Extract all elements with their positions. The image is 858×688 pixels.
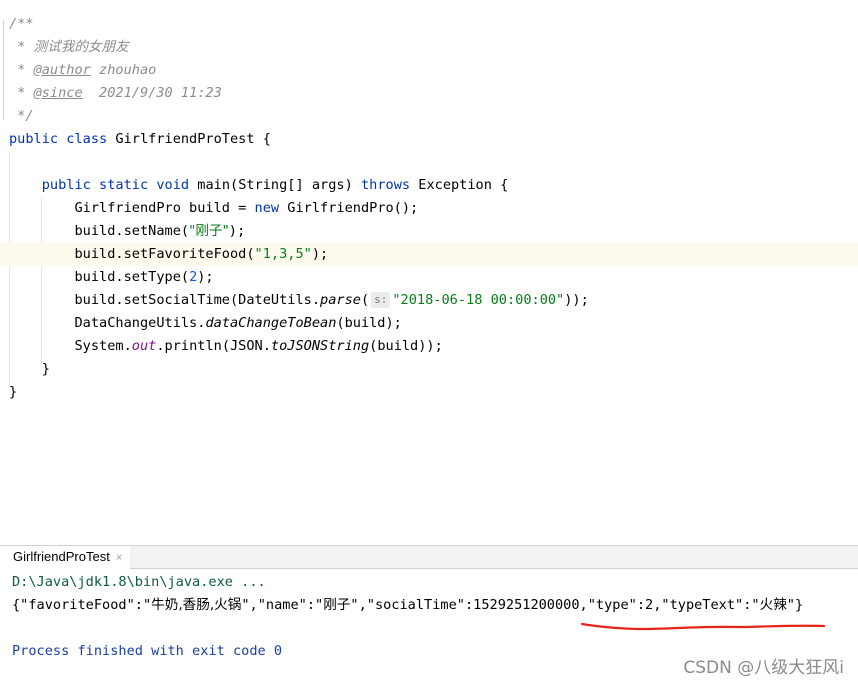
code-text: ( bbox=[360, 292, 370, 308]
close-icon[interactable]: × bbox=[116, 552, 122, 564]
code-line: build.setName("刚子"); bbox=[9, 220, 858, 243]
code-text: ); bbox=[228, 223, 246, 239]
comment-text: * bbox=[9, 85, 34, 101]
parameter-hint: s: bbox=[371, 292, 391, 308]
code-line: * @author zhouhao bbox=[9, 59, 858, 82]
keyword: public bbox=[41, 177, 91, 193]
keyword: void bbox=[156, 177, 190, 193]
keyword: public bbox=[9, 131, 59, 147]
output-text: "} bbox=[786, 597, 804, 613]
watermark: CSDN @八级大狂风i bbox=[683, 658, 844, 678]
console-exit-message: Process finished with exit code 0 bbox=[12, 643, 283, 659]
author-name: zhouhao bbox=[90, 62, 157, 78]
comment-text: * bbox=[9, 62, 34, 78]
static-field: out bbox=[131, 338, 157, 354]
since-tag: @since bbox=[33, 85, 83, 101]
code-line: build.setSocialTime(DateUtils.parse(s: "2… bbox=[9, 289, 858, 312]
code-text: ); bbox=[197, 269, 214, 285]
code-line: DataChangeUtils.dataChangeToBean(build); bbox=[9, 312, 858, 335]
code-line: } bbox=[9, 358, 858, 381]
run-tab-label: GirlfriendProTest bbox=[13, 549, 110, 564]
code-line-current: build.setFavoriteFood("1,3,5"); bbox=[0, 243, 858, 266]
keyword: throws bbox=[360, 177, 411, 193]
since-value: 2021/9/30 11:23 bbox=[82, 85, 222, 101]
fold-guide bbox=[3, 20, 4, 120]
method-signature: main(String[] args) bbox=[189, 177, 361, 193]
code-text: ); bbox=[311, 246, 329, 262]
code-text: System. bbox=[74, 338, 132, 354]
code-line: GirlfriendPro build = new GirlfriendPro(… bbox=[9, 197, 858, 220]
exception-type: Exception { bbox=[410, 177, 509, 193]
code-line: * @since 2021/9/30 11:23 bbox=[9, 82, 858, 105]
code-text: build.setName( bbox=[74, 223, 190, 239]
string-literal: "2018-06-18 00:00:00" bbox=[392, 292, 565, 308]
class-name: GirlfriendProTest { bbox=[107, 131, 271, 147]
code-text: DataChangeUtils. bbox=[74, 315, 206, 331]
code-editor[interactable]: /** * 测试我的女朋友 * @author zhouhao * @since… bbox=[0, 0, 858, 545]
code-line: public static void main(String[] args) t… bbox=[9, 174, 858, 197]
comment-text: * bbox=[9, 39, 34, 55]
author-tag: @author bbox=[33, 62, 91, 78]
code-line: * 测试我的女朋友 bbox=[9, 36, 858, 59]
string-literal: "刚子" bbox=[189, 223, 229, 239]
static-method: dataChangeToBean bbox=[205, 315, 337, 331]
code-line: System.out.println(JSON.toJSONString(bui… bbox=[9, 335, 858, 358]
run-tab[interactable]: GirlfriendProTest × bbox=[0, 546, 131, 571]
console-command: D:\Java\jdk1.8\bin\java.exe ... bbox=[12, 574, 266, 590]
code-text: } bbox=[9, 384, 18, 400]
output-text: 刚子 bbox=[323, 597, 351, 613]
code-line: build.setType(2); bbox=[9, 266, 858, 289]
output-text: {"favoriteFood":" bbox=[12, 597, 152, 613]
output-text: ","name":" bbox=[241, 597, 324, 613]
code-line: /** bbox=[9, 13, 858, 36]
code-line: public class GirlfriendProTest { bbox=[9, 128, 858, 151]
code-text: build.setFavoriteFood( bbox=[74, 246, 255, 262]
run-tool-window-tabbar: GirlfriendProTest × bbox=[0, 545, 858, 571]
comment-text: */ bbox=[9, 108, 34, 124]
string-literal: "1,3,5" bbox=[254, 246, 312, 262]
code-text: (build)); bbox=[369, 338, 443, 354]
code-line: } bbox=[9, 381, 858, 404]
code-text: .println(JSON. bbox=[156, 338, 271, 354]
static-method: toJSONString bbox=[270, 338, 370, 354]
static-method: parse bbox=[320, 292, 361, 308]
code-line: */ bbox=[9, 105, 858, 128]
output-text: 牛奶,香肠,火锅 bbox=[151, 597, 242, 613]
code-text: } bbox=[41, 361, 50, 377]
keyword: static bbox=[99, 177, 149, 193]
code-text: )); bbox=[564, 292, 589, 308]
keyword: class bbox=[66, 131, 108, 147]
code-text: GirlfriendPro build = bbox=[74, 200, 255, 216]
keyword: new bbox=[254, 200, 280, 216]
comment-description: 测试我的女朋友 bbox=[33, 39, 129, 55]
output-text: ","socialTime":1529251200000,"type":2,"t… bbox=[350, 597, 760, 613]
console-output: {"favoriteFood":"牛奶,香肠,火锅","name":"刚子","… bbox=[12, 594, 803, 617]
comment-text: /** bbox=[9, 16, 34, 32]
code-text: build.setType( bbox=[74, 269, 190, 285]
code-text: (build); bbox=[336, 315, 402, 331]
output-text: 火辣 bbox=[759, 597, 787, 613]
code-text: build.setSocialTime(DateUtils. bbox=[74, 292, 321, 308]
code-text: GirlfriendPro(); bbox=[279, 200, 419, 216]
